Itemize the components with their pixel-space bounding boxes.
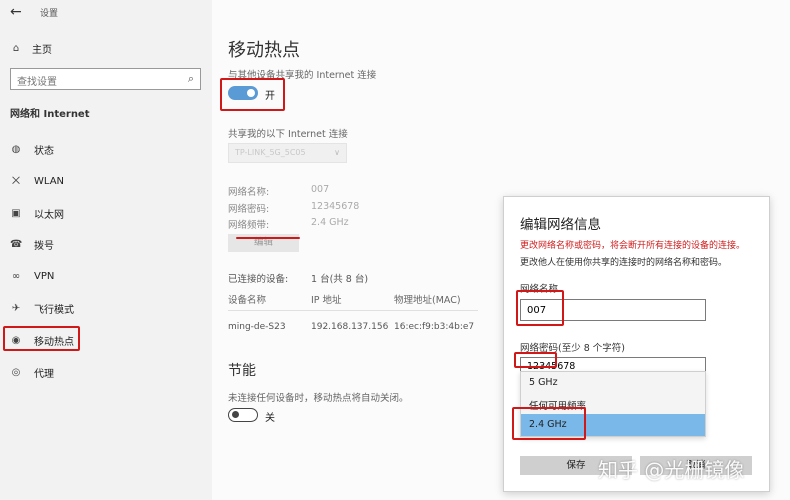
network-name-value: 007 — [311, 184, 330, 195]
connected-devices-label: 已连接的设备: — [228, 274, 289, 285]
sidebar-item-home[interactable]: ⌂ 主页 — [10, 41, 52, 56]
table-cell-device: ming-de-S23 — [228, 322, 286, 332]
home-icon: ⌂ — [12, 43, 20, 54]
band-option-5ghz[interactable]: 5 GHz — [521, 372, 705, 394]
power-saving-description: 未连接任何设备时，移动热点将自动关闭。 — [228, 393, 409, 404]
dialog-title: 编辑网络信息 — [520, 217, 601, 233]
annotation-underline-edit — [236, 237, 300, 239]
network-password-label: 网络密码: — [228, 204, 270, 215]
sidebar-item-label: VPN — [34, 270, 55, 282]
network-password-field-label: 网络密码(至少 8 个字符) — [520, 343, 625, 354]
sidebar-item-label: 飞行模式 — [34, 304, 74, 316]
search-input[interactable]: 查找设置 ⌕ — [10, 68, 201, 90]
sidebar-item-hotspot[interactable]: ◉ 移动热点 — [10, 330, 74, 350]
sidebar-item-vpn[interactable]: ∞ VPN — [10, 266, 55, 286]
share-from-label: 共享我的以下 Internet 连接 — [228, 129, 348, 140]
sidebar-item-label: 移动热点 — [34, 336, 74, 348]
vpn-icon: ∞ — [11, 270, 21, 282]
sidebar-item-label: 代理 — [34, 368, 54, 380]
sidebar-item-label: 主页 — [32, 45, 52, 56]
sidebar-item-dialup[interactable]: ☎ 拨号 — [10, 234, 54, 254]
sidebar-item-ethernet[interactable]: ▣ 以太网 — [10, 203, 64, 223]
sidebar-item-wlan[interactable]: ⨉ WLAN — [10, 171, 64, 191]
power-saving-title: 节能 — [228, 363, 256, 379]
table-divider — [228, 310, 478, 311]
dialog-warning: 更改网络名称或密码，将会断开所有连接的设备的连接。 — [520, 241, 746, 251]
network-band-value: 2.4 GHz — [311, 217, 349, 228]
table-header-ip: IP 地址 — [311, 295, 342, 306]
network-password-value: 12345678 — [311, 201, 360, 212]
table-cell-mac: 16:ec:f9:b3:4b:e7 — [394, 322, 475, 332]
table-cell-ip: 192.168.137.156 — [311, 322, 389, 332]
network-name-field[interactable] — [520, 299, 706, 321]
table-header-mac: 物理地址(MAC) — [394, 295, 461, 306]
network-band-label: 网络频带: — [228, 220, 270, 231]
sidebar-item-airplane[interactable]: ✈ 飞行模式 — [10, 298, 74, 318]
airplane-icon: ✈ — [11, 302, 21, 314]
band-option-2-4ghz[interactable]: 2.4 GHz — [521, 414, 705, 436]
band-dropdown[interactable]: 5 GHz 任何可用频率 2.4 GHz — [520, 371, 706, 437]
share-description: 与其他设备共享我的 Internet 连接 — [228, 70, 377, 81]
sidebar-item-proxy[interactable]: ◎ 代理 — [10, 362, 54, 382]
hotspot-toggle[interactable] — [228, 86, 258, 100]
dialup-icon: ☎ — [10, 238, 23, 250]
section-label: 网络和 Internet — [10, 109, 90, 120]
power-saving-toggle[interactable] — [228, 408, 258, 422]
globe-proxy-icon: ◎ — [11, 366, 21, 378]
network-name-field-label: 网络名称 — [520, 284, 559, 295]
sidebar: ← 设置 ⌂ 主页 查找设置 ⌕ 网络和 Internet ◍ 状态 ⨉ WLA… — [0, 0, 212, 500]
share-from-value: TP-LINK_5G_5C05 — [235, 148, 306, 157]
share-from-select[interactable]: TP-LINK_5G_5C05 ∨ — [228, 143, 347, 163]
edit-network-dialog: 编辑网络信息 更改网络名称或密码，将会断开所有连接的设备的连接。 更改他人在使用… — [503, 196, 770, 492]
connected-devices-count: 1 台(共 8 台) — [311, 274, 369, 285]
search-icon: ⌕ — [187, 72, 194, 85]
table-header-device: 设备名称 — [228, 295, 267, 306]
page-title: 移动热点 — [228, 40, 300, 61]
wifi-icon: ⨉ — [12, 175, 20, 187]
dialog-note: 更改他人在使用你共享的连接时的网络名称和密码。 — [520, 258, 728, 268]
band-option-any[interactable]: 任何可用频率 — [521, 393, 705, 415]
sidebar-item-label: 拨号 — [34, 240, 54, 252]
chevron-down-icon: ∨ — [334, 148, 340, 157]
hotspot-toggle-label: 开 — [265, 91, 275, 102]
globe-status-icon: ◍ — [11, 143, 21, 155]
sidebar-item-label: 状态 — [34, 145, 54, 157]
network-name-label: 网络名称: — [228, 187, 270, 198]
watermark: 知乎 @光栅镜像 — [598, 458, 745, 482]
sidebar-item-status[interactable]: ◍ 状态 — [10, 139, 54, 159]
search-placeholder: 查找设置 — [17, 77, 57, 88]
hotspot-icon: ◉ — [11, 334, 21, 346]
ethernet-icon: ▣ — [11, 207, 21, 219]
back-arrow-icon[interactable]: ← — [10, 4, 22, 20]
sidebar-item-label: 以太网 — [34, 209, 64, 221]
power-saving-toggle-label: 关 — [265, 413, 275, 424]
app-title: 设置 — [40, 9, 59, 19]
sidebar-item-label: WLAN — [34, 175, 65, 187]
